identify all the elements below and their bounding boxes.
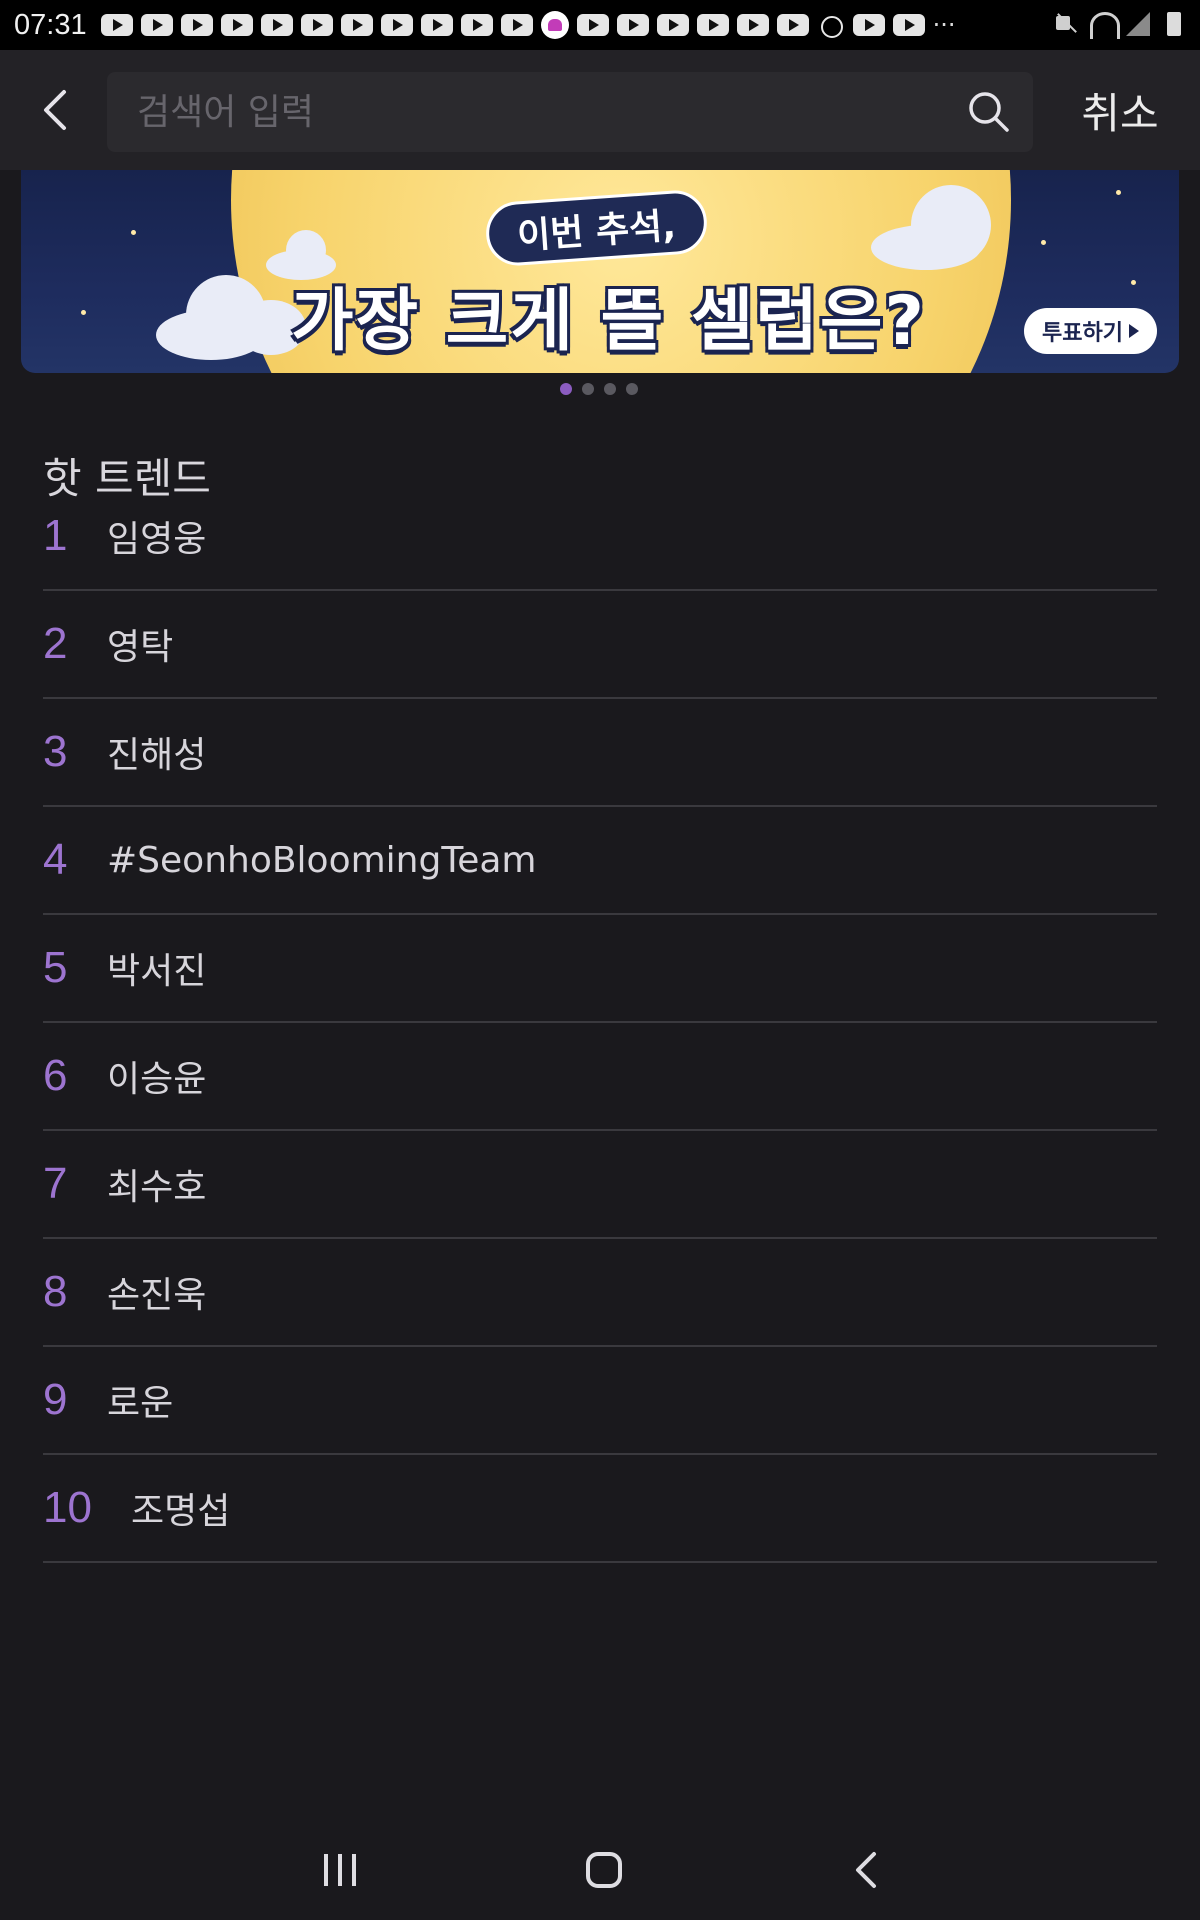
- mute-icon: [1054, 10, 1078, 38]
- trend-item[interactable]: 7 최수호: [43, 1131, 1157, 1239]
- trend-keyword: 최수호: [107, 1167, 207, 1208]
- trend-keyword: 진해성: [107, 735, 207, 776]
- system-back-icon[interactable]: [838, 1840, 898, 1900]
- play-arrow-icon: [1129, 324, 1139, 338]
- promo-banner[interactable]: 이번 추석, 가장 크게 뜰 셀럽은? 투표하기: [21, 170, 1179, 373]
- star-decoration: [1131, 280, 1136, 285]
- trend-rank: 9: [43, 1375, 68, 1424]
- recent-apps-icon[interactable]: [310, 1840, 370, 1900]
- trend-item[interactable]: 9 로운: [43, 1347, 1157, 1455]
- trend-keyword: 임영웅: [107, 518, 207, 560]
- trend-rank: 3: [43, 727, 68, 776]
- youtube-notification-icon: [576, 14, 609, 36]
- banner-title: 가장 크게 뜰 셀럽은?: [291, 282, 926, 361]
- trend-rank: 2: [43, 619, 68, 668]
- trend-list: 1 임영웅 2 영탁 3 진해성 4 #SeonhoBloomingTeam 5…: [43, 500, 1157, 1563]
- vote-button[interactable]: 투표하기: [1024, 308, 1157, 354]
- cancel-button[interactable]: 취소: [1060, 80, 1180, 140]
- pager-dot-active[interactable]: [560, 383, 572, 395]
- trend-rank: 1: [43, 510, 68, 560]
- youtube-notification-icon: [300, 14, 333, 36]
- youtube-notification-icon: [776, 14, 809, 36]
- youtube-notification-icon: [656, 14, 689, 36]
- system-nav-bar: [0, 1810, 1200, 1920]
- trend-item[interactable]: 10 조명섭: [43, 1455, 1157, 1563]
- search-input[interactable]: [137, 72, 937, 152]
- trend-keyword: 영탁: [107, 627, 174, 668]
- trend-rank: 7: [43, 1159, 68, 1208]
- status-bar: 07:31 ···: [0, 0, 1200, 50]
- trend-keyword: 로운: [107, 1383, 174, 1424]
- pager-dot[interactable]: [626, 383, 638, 395]
- more-notifications-icon: ···: [932, 11, 956, 39]
- trend-item[interactable]: 5 박서진: [43, 915, 1157, 1023]
- screen: 07:31 ··· 검색어 입력 취소 이번 추석, 가장 크게 뜰 셀럽은? …: [0, 0, 1200, 1920]
- youtube-notification-icon: [616, 14, 649, 36]
- trend-item[interactable]: 6 이승윤: [43, 1023, 1157, 1131]
- status-time: 07:31: [14, 8, 87, 41]
- youtube-notification-icon: [380, 14, 413, 36]
- trend-keyword: 박서진: [107, 951, 207, 992]
- youtube-notification-icon: [460, 14, 493, 36]
- trend-keyword: 이승윤: [107, 1059, 207, 1100]
- trend-item[interactable]: 8 손진욱: [43, 1239, 1157, 1347]
- battery-icon: [1162, 10, 1186, 38]
- back-button[interactable]: [30, 80, 90, 140]
- pager-dot[interactable]: [582, 383, 594, 395]
- trend-item[interactable]: 4 #SeonhoBloomingTeam: [43, 807, 1157, 915]
- trend-item[interactable]: 3 진해성: [43, 699, 1157, 807]
- youtube-notification-icon: [892, 14, 925, 36]
- notification-icons: ···: [100, 11, 967, 39]
- star-decoration: [1116, 190, 1121, 195]
- wifi-icon: [1090, 10, 1120, 39]
- trend-keyword: #SeonhoBloomingTeam: [107, 839, 537, 881]
- trend-rank: 6: [43, 1051, 68, 1100]
- trend-keyword: 손진욱: [107, 1275, 207, 1316]
- youtube-notification-icon: [500, 14, 533, 36]
- home-icon[interactable]: [574, 1840, 634, 1900]
- system-icons: [1054, 10, 1186, 39]
- trend-rank: 5: [43, 943, 68, 992]
- back-arrow-icon: [44, 90, 66, 130]
- trend-item[interactable]: 1 임영웅: [43, 482, 1157, 591]
- vote-button-label: 투표하기: [1042, 320, 1123, 345]
- banner-pager: [560, 383, 638, 395]
- youtube-notification-icon: [140, 14, 173, 36]
- search-header: 취소: [0, 50, 1200, 170]
- youtube-notification-icon: [220, 14, 253, 36]
- heart-app-icon: [540, 11, 569, 39]
- trend-rank: 4: [43, 835, 68, 884]
- youtube-notification-icon: [420, 14, 453, 36]
- star-decoration: [131, 230, 136, 235]
- trend-rank: 10: [43, 1483, 92, 1532]
- trend-keyword: 조명섭: [131, 1491, 231, 1532]
- trend-item[interactable]: 2 영탁: [43, 591, 1157, 699]
- signal-icon: [1126, 10, 1150, 38]
- youtube-notification-icon: [100, 14, 133, 36]
- youtube-notification-icon: [180, 14, 213, 36]
- pinwheel-icon: [817, 14, 845, 38]
- youtube-notification-icon: [696, 14, 729, 36]
- pager-dot[interactable]: [604, 383, 616, 395]
- search-box[interactable]: [107, 72, 1033, 152]
- search-icon[interactable]: [965, 88, 1013, 136]
- star-decoration: [81, 310, 86, 315]
- youtube-notification-icon: [260, 14, 293, 36]
- youtube-notification-icon: [852, 14, 885, 36]
- youtube-notification-icon: [340, 14, 373, 36]
- trend-rank: 8: [43, 1267, 68, 1316]
- star-decoration: [1041, 240, 1046, 245]
- youtube-notification-icon: [736, 14, 769, 36]
